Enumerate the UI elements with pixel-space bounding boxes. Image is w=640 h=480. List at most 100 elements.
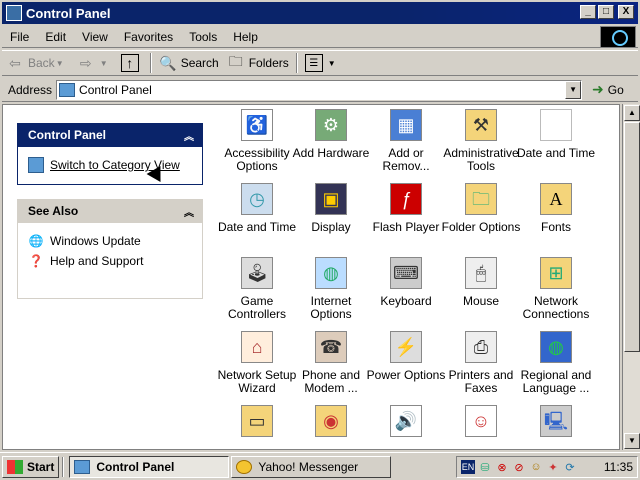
printers-and-faxes-item[interactable]: ⎙ Printers and Faxes [441, 331, 521, 395]
regional-and-language-item[interactable]: ◍ Regional and Language ... [516, 331, 596, 395]
see-also-task-box: See Also ︽ 🌐 Windows Update ❓ Help and S… [17, 199, 203, 299]
menu-view[interactable]: View [74, 30, 116, 44]
menu-bar: File Edit View Favorites Tools Help [2, 26, 638, 48]
item-label: Accessibility Options [224, 146, 290, 173]
windows-update-icon: 🌐 [28, 234, 44, 248]
scroll-up-button[interactable]: ▲ [624, 105, 640, 121]
scanners-item[interactable]: ▭ [217, 405, 297, 443]
item-label: Phone and Modem ... [301, 368, 361, 395]
start-label: Start [27, 459, 55, 474]
vertical-scrollbar[interactable]: ▲ ▼ [622, 104, 640, 450]
title-bar[interactable]: Control Panel _ □ X [2, 2, 638, 24]
minimize-button[interactable]: _ [580, 5, 596, 19]
flash-icon: ƒ [390, 183, 422, 215]
help-and-support-label: Help and Support [50, 254, 144, 268]
mouse-item[interactable]: 🖱 Mouse [441, 257, 521, 308]
switch-to-category-view-link[interactable]: Switch to Category View [28, 155, 192, 175]
control-panel-task-box: Control Panel ︽ Switch to Category View [17, 123, 203, 185]
menu-favorites[interactable]: Favorites [116, 30, 181, 44]
security-tray-icon[interactable]: ✦ [546, 460, 560, 474]
maximize-button[interactable]: □ [598, 5, 614, 19]
folders-label: Folders [248, 56, 289, 70]
wheelchair-icon: ♿ [241, 109, 273, 141]
address-bar: Address Control Panel ▼ ➜ Go [2, 78, 638, 102]
address-dropdown-button[interactable]: ▼ [565, 80, 582, 99]
flash-player-item[interactable]: ƒ Flash Player [366, 183, 446, 234]
accessibility-options-item[interactable]: ♿ Accessibility Options [217, 109, 297, 173]
category-view-icon [28, 157, 44, 173]
help-and-support-link[interactable]: ❓ Help and Support [28, 251, 192, 271]
folder-options-item[interactable]: 🗀 Folder Options [441, 183, 521, 234]
go-button[interactable]: ➜ Go [592, 81, 624, 98]
system-item[interactable]: 🖳 [516, 405, 596, 443]
administrative-tools-item[interactable]: ⚒ Administrative Tools [441, 109, 521, 173]
add-hardware-item[interactable]: ⚙ Add Hardware [291, 109, 371, 160]
internet-options-item[interactable]: ◍ Internet Options [291, 257, 371, 321]
search-button[interactable]: 🔍 Search [155, 51, 223, 75]
network-tray-icon[interactable]: ⛁ [478, 460, 492, 474]
go-label: Go [607, 82, 624, 97]
hardware-icon: ⚙ [315, 109, 347, 141]
sounds-item[interactable]: 🔊 [366, 405, 446, 443]
printer-icon: ⎙ [465, 331, 497, 363]
windows-update-link[interactable]: 🌐 Windows Update [28, 231, 192, 251]
windows-flag-icon [7, 459, 23, 474]
scroll-thumb[interactable] [624, 122, 640, 352]
item-label: Add Hardware [292, 146, 370, 160]
date-and-time-document-item[interactable]: Date and Time [516, 109, 596, 160]
tools-icon: ⚒ [465, 109, 497, 141]
task-pane: Control Panel ︽ Switch to Category View … [3, 105, 215, 449]
start-button[interactable]: Start [2, 455, 60, 478]
network-setup-wizard-item[interactable]: ⌂ Network Setup Wizard [217, 331, 297, 395]
toolbar-separator [295, 53, 298, 73]
phone-icon: ☎ [315, 331, 347, 363]
scroll-down-button[interactable]: ▼ [624, 433, 640, 449]
fonts-item[interactable]: A Fonts [516, 183, 596, 234]
error-tray-icon[interactable]: ⊗ [495, 460, 509, 474]
task-label: Control Panel [96, 459, 175, 474]
language-indicator[interactable]: EN [461, 460, 475, 474]
menu-help[interactable]: Help [225, 30, 266, 44]
menu-edit[interactable]: Edit [37, 30, 74, 44]
collapse-chevron-icon[interactable]: ︽ [184, 204, 194, 219]
scheduled-tasks-item[interactable]: ◉ [291, 405, 371, 443]
add-remove-programs-item[interactable]: ▦ Add or Remov... [366, 109, 446, 173]
taskbar-yahoo-messenger[interactable]: Yahoo! Messenger [231, 455, 392, 478]
network-connections-item[interactable]: ⊞ Network Connections [516, 257, 596, 321]
date-and-time-item[interactable]: ◷ Date and Time [217, 183, 297, 234]
phone-and-modem-item[interactable]: ☎ Phone and Modem ... [291, 331, 371, 395]
yahoo-tray-icon[interactable]: ☺ [529, 460, 543, 474]
item-label: Keyboard [380, 294, 432, 308]
sync-tray-icon[interactable]: ⟳ [563, 460, 577, 474]
help-icon: ❓ [28, 254, 44, 268]
address-input[interactable]: Control Panel ▼ [56, 79, 583, 100]
search-label: Search [180, 56, 219, 70]
game-controllers-item[interactable]: 🕹 Game Controllers [217, 257, 297, 321]
antivirus-tray-icon[interactable]: ⊘ [512, 460, 526, 474]
taskbar-control-panel[interactable]: Control Panel [69, 455, 230, 478]
search-icon: 🔍 [158, 54, 177, 71]
keyboard-item[interactable]: ⌨ Keyboard [366, 257, 446, 308]
control-panel-task-header[interactable]: Control Panel ︽ [17, 123, 203, 147]
menu-tools[interactable]: Tools [181, 30, 225, 44]
folder-icon: ▭ [241, 405, 273, 437]
clock[interactable]: 11:35 [604, 460, 633, 474]
keyboard-icon: ⌨ [390, 257, 422, 289]
forward-arrow-icon: ⇨ [79, 54, 92, 71]
back-button[interactable]: ⇦ Back ▼ [2, 51, 73, 75]
display-icon: ▣ [315, 183, 347, 215]
collapse-chevron-icon[interactable]: ︽ [184, 128, 194, 143]
views-button[interactable]: ☰ ▼ [301, 51, 345, 75]
forward-button[interactable]: ⇨ ▼ [73, 51, 117, 75]
close-button[interactable]: X [618, 5, 634, 19]
mouse-icon: 🖱 [465, 257, 497, 289]
power-options-item[interactable]: ⚡ Power Options [366, 331, 446, 382]
user-accounts-item[interactable]: ☺ [441, 405, 521, 443]
display-item[interactable]: ▣ Display [291, 183, 371, 234]
folders-button[interactable]: 🗀 Folders [223, 51, 293, 75]
item-label: Date and Time [516, 146, 596, 160]
menu-file[interactable]: File [2, 30, 37, 44]
item-label: Date and Time [217, 220, 297, 234]
up-button[interactable]: ↑ [117, 51, 147, 75]
see-also-header[interactable]: See Also ︽ [17, 199, 203, 223]
